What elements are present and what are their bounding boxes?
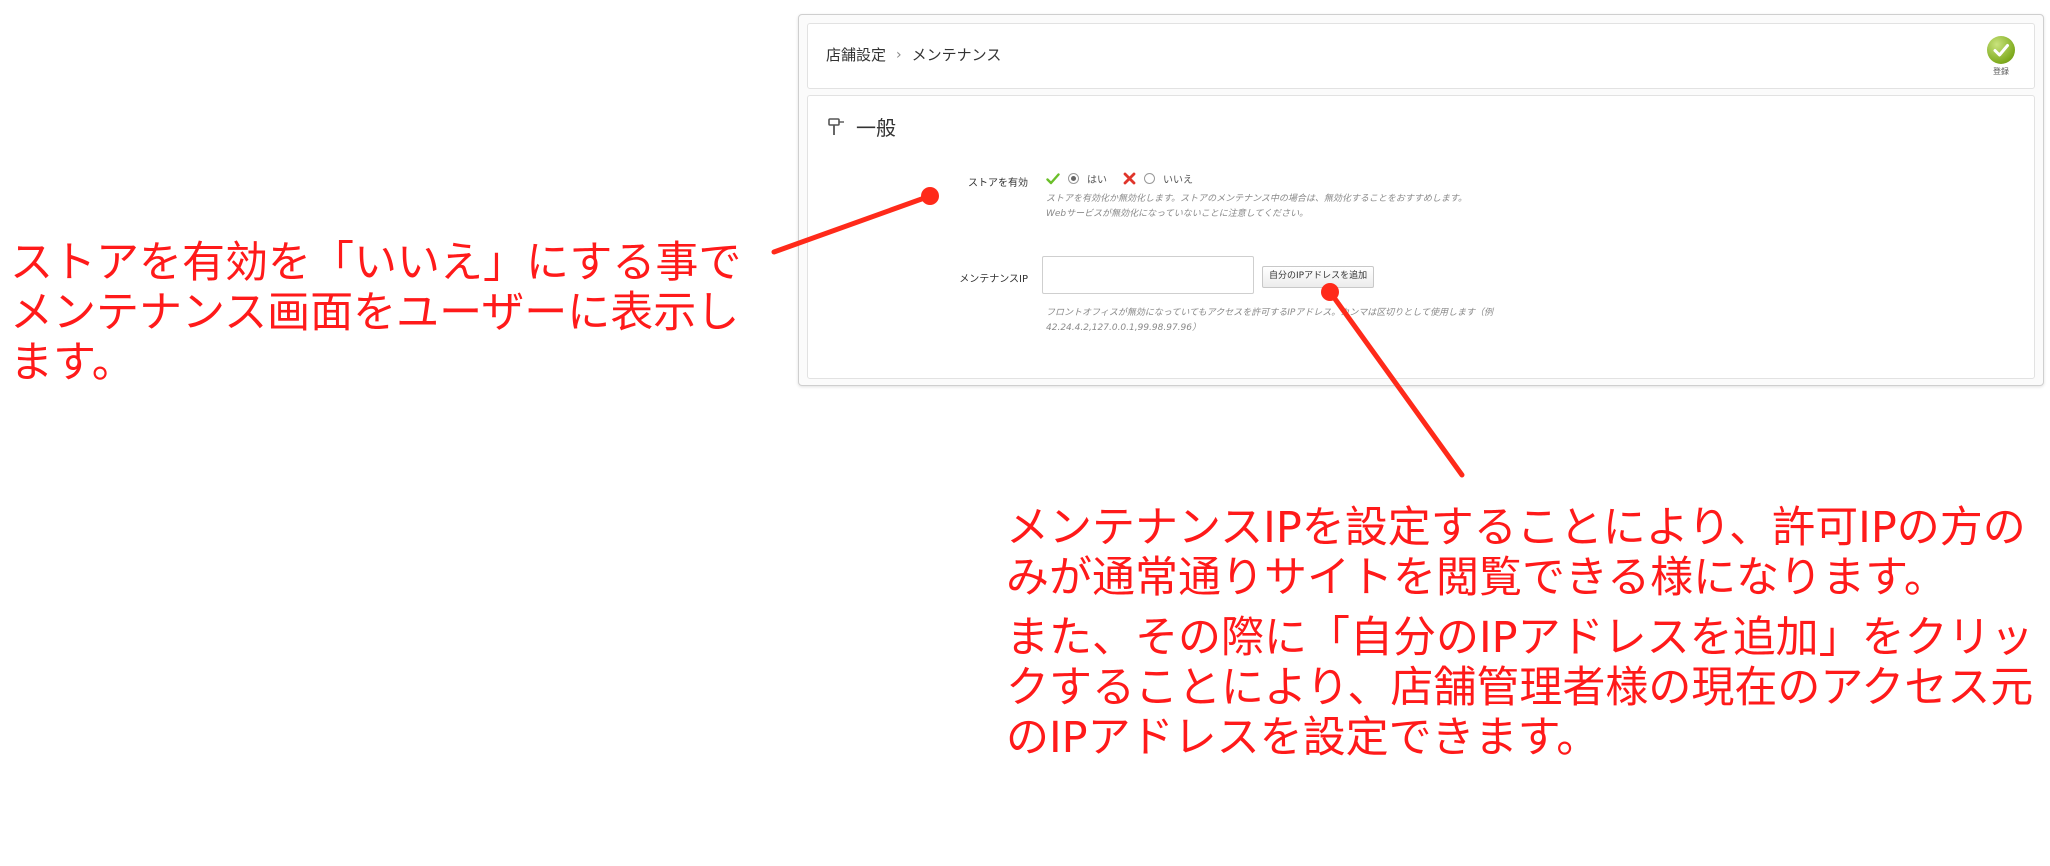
save-button[interactable]: 登録 xyxy=(1984,36,2018,77)
breadcrumb: 店舗設定 › メンテナンス xyxy=(826,44,1001,65)
breadcrumb-separator-icon: › xyxy=(896,46,902,63)
radio-yes[interactable] xyxy=(1068,173,1079,184)
store-enabled-options: はい いいえ xyxy=(1046,171,1193,186)
option-no-label[interactable]: いいえ xyxy=(1163,171,1193,186)
breadcrumb-current: メンテナンス xyxy=(911,46,1002,64)
annotation-left: ストアを有効を「いいえ」にする事でメンテナンス画面をユーザーに表示します。 xyxy=(10,238,742,388)
annotation-right-para-2: また、その際に「自分のIPアドレスを追加」をクリックすることにより、店舗管理者様… xyxy=(1006,613,2034,763)
maintenance-ip-label: メンテナンスIP xyxy=(959,274,1028,285)
wrench-icon xyxy=(828,117,844,135)
annotation-right: メンテナンスIPを設定することにより、許可IPの方のみが通常通りサイトを閲覧でき… xyxy=(1006,503,2046,763)
store-enabled-help: ストアを有効化か無効化します。ストアのメンテナンス中の場合は、無効化することをお… xyxy=(1046,194,1468,219)
annotation-right-para-1: メンテナンスIPを設定することにより、許可IPの方のみが通常通りサイトを閲覧でき… xyxy=(1006,503,2026,603)
panel-header: 店舗設定 › メンテナンス 登録 xyxy=(807,23,2035,89)
save-label: 登録 xyxy=(1993,67,2009,76)
maintenance-ip-help: フロントオフィスが無効になっていてもアクセスを許可するIPアドレス。カンマは区切… xyxy=(1046,308,1503,333)
check-icon xyxy=(1046,172,1060,184)
annotated-screenshot: 店舗設定 › メンテナンス 登録 一般 ストアを有効 はい いいえ ストアを有効… xyxy=(0,0,2050,866)
section-heading: 一般 xyxy=(826,112,896,141)
admin-panel: 店舗設定 › メンテナンス 登録 一般 ストアを有効 はい いいえ ストアを有効… xyxy=(798,14,2044,386)
section-title: 一般 xyxy=(856,116,896,140)
check-circle-icon xyxy=(1987,36,2015,64)
settings-form: 一般 ストアを有効 はい いいえ ストアを有効化か無効化します。ストアのメンテナ… xyxy=(807,95,2035,379)
radio-no[interactable] xyxy=(1144,173,1155,184)
maintenance-ip-input[interactable] xyxy=(1042,256,1254,294)
store-enabled-label: ストアを有効 xyxy=(968,178,1028,189)
breadcrumb-parent[interactable]: 店舗設定 xyxy=(826,44,886,65)
add-my-ip-button[interactable]: 自分のIPアドレスを追加 xyxy=(1262,266,1375,288)
option-yes-label[interactable]: はい xyxy=(1087,171,1107,186)
cross-icon xyxy=(1123,172,1136,185)
